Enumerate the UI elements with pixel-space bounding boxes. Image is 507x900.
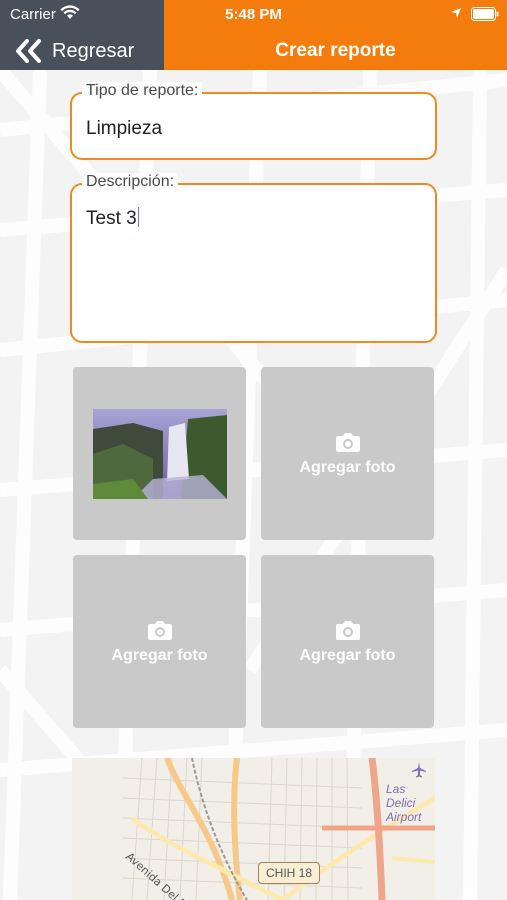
airport-label: Las Delici Airport	[386, 782, 435, 824]
airport-label-line-2: Airport	[386, 810, 422, 824]
description-label: Descripción:	[82, 173, 179, 191]
add-photo-label: Agregar foto	[299, 646, 396, 664]
airport-label-line-1: Las Delici	[386, 782, 416, 810]
clock: 5:48 PM	[225, 6, 282, 23]
waterfall-photo-thumbnail	[92, 408, 227, 499]
add-photo-button-2[interactable]: Agregar foto	[261, 367, 434, 540]
location-arrow-icon	[451, 8, 461, 18]
location-map[interactable]: Las Delici Airport Avenida Del Parque CH…	[72, 758, 435, 900]
back-button[interactable]: Regresar	[14, 38, 134, 64]
add-photo-button-4[interactable]: Agregar foto	[261, 555, 434, 728]
camera-icon	[335, 620, 360, 640]
description-text: Test 3	[86, 208, 137, 229]
report-type-value: Limpieza	[86, 118, 163, 139]
report-type-field[interactable]: Tipo de reporte: Limpieza	[70, 82, 437, 160]
back-button-label: Regresar	[52, 39, 135, 62]
camera-icon	[335, 432, 360, 452]
airport-icon	[412, 762, 426, 778]
camera-icon	[147, 620, 172, 640]
battery-icon	[471, 7, 499, 21]
add-photo-button-3[interactable]: Agregar foto	[73, 555, 246, 728]
road-shield: CHIH 18	[258, 862, 320, 884]
photo-slot-1[interactable]	[73, 367, 246, 540]
double-chevron-left-icon	[16, 39, 41, 63]
report-type-label: Tipo de reporte:	[82, 82, 203, 100]
add-photo-label: Agregar foto	[299, 458, 396, 476]
map-roads	[121, 758, 435, 900]
description-value: Test 3	[86, 207, 139, 230]
text-caret	[137, 207, 139, 227]
page-title: Crear reporte	[275, 40, 396, 61]
add-photo-label: Agregar foto	[111, 646, 208, 664]
description-field[interactable]: Descripción: Test 3	[70, 173, 437, 343]
